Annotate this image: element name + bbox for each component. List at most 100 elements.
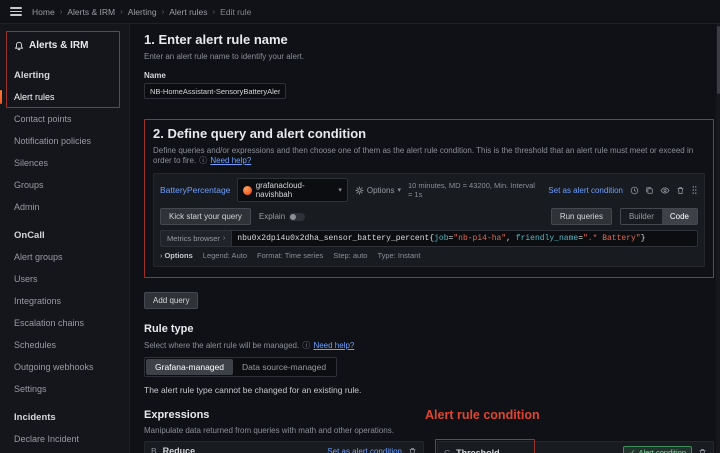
sidebar-app-alerts-irm[interactable]: Alerts & IRM	[0, 36, 129, 55]
annotation-box-step2: 2. Define query and alert condition Defi…	[144, 119, 714, 278]
explain-toggle[interactable]	[289, 213, 305, 221]
grafana-managed-option[interactable]: Grafana-managed	[146, 359, 233, 375]
expr-label2-value: ".* Battery"	[583, 234, 641, 243]
chevron-down-icon: ▾	[338, 186, 342, 194]
scrollbar-thumb[interactable]	[717, 26, 720, 94]
trash-icon[interactable]	[698, 448, 707, 453]
sidebar: Alerts & IRM Alerting Alert rules Contac…	[0, 24, 130, 453]
step2-subtitle: Define queries and/or expressions and th…	[153, 146, 705, 166]
rule-type-title: Rule type	[144, 323, 712, 335]
trash-icon[interactable]	[408, 447, 417, 453]
sidebar-item-users[interactable]: Users	[0, 271, 129, 287]
need-help-link[interactable]: Need help?	[210, 156, 251, 165]
sidebar-item-notification-policies[interactable]: Notification policies	[0, 133, 129, 149]
expressions-section: Expressions Manipulate data returned fro…	[144, 409, 712, 453]
sidebar-item-outgoing-webhooks[interactable]: Outgoing webhooks	[0, 359, 129, 375]
options-toggle-label: Options	[164, 251, 192, 260]
expr-close-brace: }	[641, 234, 646, 243]
expr-metric: nbu0x2dpi4u0x2dha_sensor_battery_percent	[237, 234, 429, 243]
sidebar-item-admin[interactable]: Admin	[0, 199, 129, 215]
top-bar: Home › Alerts & IRM › Alerting › Alert r…	[0, 0, 720, 24]
grafana-logo-icon	[243, 186, 251, 195]
eye-icon[interactable]	[660, 186, 670, 195]
threshold-card-header: C Threshold ✓ Alert condition	[438, 442, 713, 453]
step-setting: Step: auto	[333, 251, 367, 260]
datasource-name: grafanacloud-navishbah	[256, 181, 335, 199]
menu-icon[interactable]	[10, 7, 22, 16]
sidebar-item-alert-rules[interactable]: Alert rules	[0, 89, 129, 105]
sidebar-item-escalation-chains[interactable]: Escalation chains	[0, 315, 129, 331]
builder-code-toggle: Builder Code	[620, 208, 698, 225]
breadcrumb-alerts-irm[interactable]: Alerts & IRM	[67, 7, 115, 17]
gear-icon	[355, 186, 364, 195]
breadcrumb-edit-rule: Edit rule	[220, 7, 251, 17]
metrics-browser-button[interactable]: Metrics browser ›	[160, 230, 231, 247]
breadcrumb: Home › Alerts & IRM › Alerting › Alert r…	[32, 7, 251, 17]
breadcrumb-alerting[interactable]: Alerting	[128, 7, 157, 17]
sidebar-section-alerting[interactable]: Alerting	[0, 68, 129, 83]
step2-title: 2. Define query and alert condition	[153, 126, 705, 141]
breadcrumb-home[interactable]: Home	[32, 7, 55, 17]
query-options-button[interactable]: Options ▾	[355, 186, 401, 195]
sidebar-item-oncall-settings[interactable]: Settings	[0, 381, 129, 397]
reduce-ref-id: B	[151, 446, 157, 453]
breadcrumb-separator-icon: ›	[60, 7, 63, 16]
sidebar-item-integrations[interactable]: Integrations	[0, 293, 129, 309]
builder-tab[interactable]: Builder	[621, 209, 662, 224]
breadcrumb-separator-icon: ›	[162, 7, 165, 16]
reduce-card-header: B Reduce Set as alert condition	[145, 442, 423, 453]
chevron-down-icon: ▾	[397, 186, 401, 194]
sidebar-item-declare-incident[interactable]: Declare Incident	[0, 431, 129, 447]
options-collapse-toggle[interactable]: › Options	[160, 251, 193, 260]
set-as-alert-condition-link[interactable]: Set as alert condition	[548, 186, 623, 195]
sidebar-item-schedules[interactable]: Schedules	[0, 337, 129, 353]
code-tab[interactable]: Code	[662, 209, 697, 224]
info-icon: ⓘ	[302, 340, 310, 351]
drag-handle-icon[interactable]	[691, 185, 698, 195]
duplicate-icon[interactable]	[645, 186, 654, 195]
name-label: Name	[144, 71, 712, 80]
trash-icon[interactable]	[676, 186, 685, 195]
breadcrumb-alert-rules[interactable]: Alert rules	[169, 7, 207, 17]
breadcrumb-separator-icon: ›	[213, 7, 216, 16]
breadcrumb-separator-icon: ›	[120, 7, 123, 16]
expr-separator: ,	[506, 234, 516, 243]
sidebar-section-oncall[interactable]: OnCall	[0, 228, 129, 243]
query-action-icons	[630, 185, 698, 195]
run-queries-button[interactable]: Run queries	[551, 208, 612, 225]
sidebar-app-title: Alerts & IRM	[29, 40, 88, 51]
sidebar-item-silences[interactable]: Silences	[0, 155, 129, 171]
add-query-button[interactable]: Add query	[144, 292, 198, 309]
rule-type-toggle: Grafana-managed Data source-managed	[144, 357, 337, 377]
rule-type-subtitle-text: Select where the alert rule will be mana…	[144, 341, 299, 350]
sidebar-item-contact-points[interactable]: Contact points	[0, 111, 129, 127]
reduce-expression-card: B Reduce Set as alert condition Takes on…	[144, 441, 424, 453]
rule-type-need-help-link[interactable]: Need help?	[313, 341, 354, 350]
query-ref-name[interactable]: BatteryPercentage	[160, 185, 230, 195]
scrollbar-track[interactable]	[716, 24, 720, 453]
sidebar-section-incidents[interactable]: Incidents	[0, 410, 129, 425]
format-setting: Format: Time series	[257, 251, 323, 260]
sidebar-item-alert-groups[interactable]: Alert groups	[0, 249, 129, 265]
data-source-managed-option[interactable]: Data source-managed	[233, 359, 335, 375]
query-options-label: Options	[367, 186, 395, 195]
chevron-right-icon: ›	[160, 253, 162, 260]
bell-icon	[14, 41, 24, 51]
datasource-picker[interactable]: grafanacloud-navishbah ▾	[237, 178, 347, 202]
kick-start-query-button[interactable]: Kick start your query	[160, 208, 251, 225]
alert-rule-name-input[interactable]	[144, 83, 286, 99]
query-options-row: › Options Legend: Auto Format: Time seri…	[154, 247, 704, 266]
step1-subtitle: Enter an alert rule name to identify you…	[144, 52, 712, 61]
reduce-set-alert-condition-link[interactable]: Set as alert condition	[327, 447, 402, 453]
legend-setting: Legend: Auto	[203, 251, 247, 260]
sidebar-item-groups[interactable]: Groups	[0, 177, 129, 193]
query-toolbar-row: Kick start your query Explain Run querie…	[154, 205, 704, 228]
expr-label1-key: job	[434, 234, 448, 243]
reduce-title: Reduce	[163, 446, 196, 453]
rule-type-subtitle: Select where the alert rule will be mana…	[144, 340, 712, 351]
metrics-browser-label: Metrics browser	[167, 234, 220, 243]
check-icon: ✓	[629, 448, 635, 453]
promql-expression-input[interactable]: nbu0x2dpi4u0x2dha_sensor_battery_percent…	[231, 230, 698, 247]
history-icon[interactable]	[630, 186, 639, 195]
threshold-title: Threshold	[456, 448, 500, 453]
